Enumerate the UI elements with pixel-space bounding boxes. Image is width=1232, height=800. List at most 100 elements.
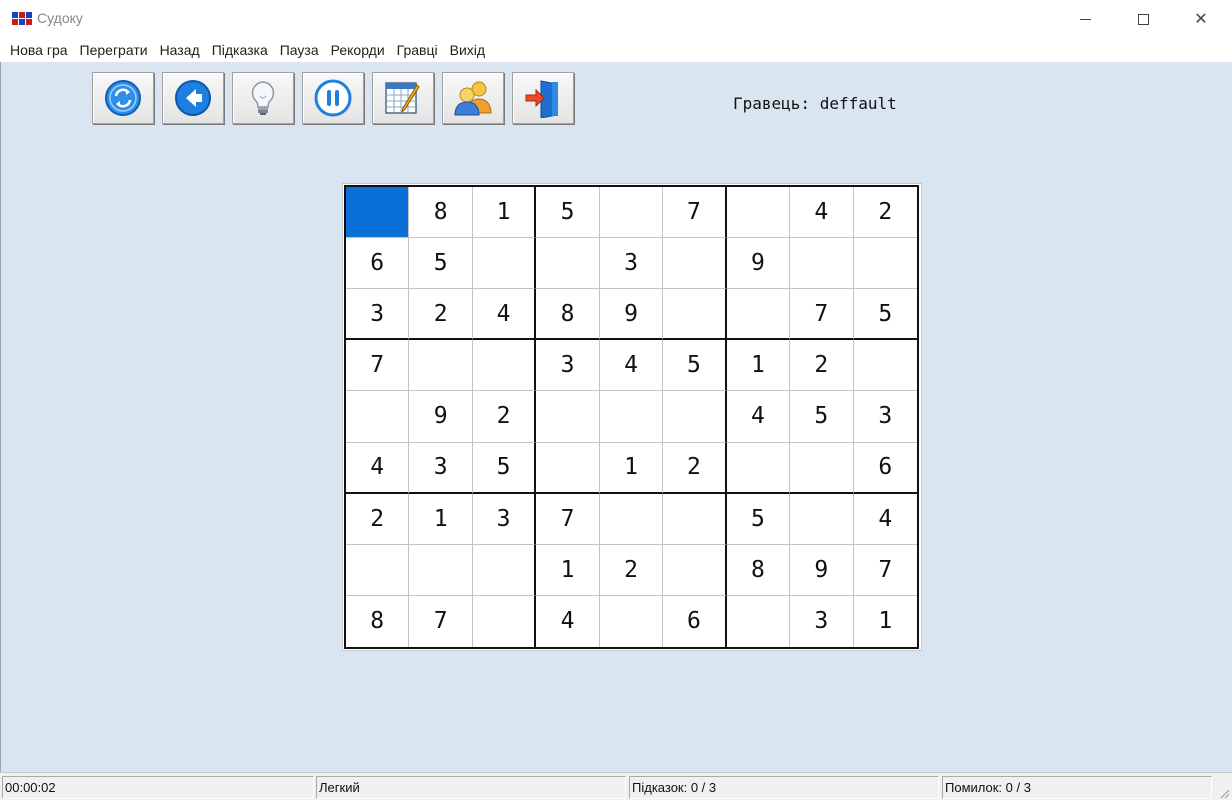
sudoku-cell-r9-c3[interactable] bbox=[473, 595, 537, 647]
sudoku-cell-r2-c5[interactable]: 3 bbox=[599, 238, 664, 290]
sudoku-cell-r4-c9[interactable] bbox=[853, 340, 917, 392]
sudoku-cell-r2-c1[interactable]: 6 bbox=[346, 238, 410, 290]
sudoku-cell-r9-c1[interactable]: 8 bbox=[346, 595, 410, 647]
sudoku-cell-r2-c6[interactable] bbox=[663, 238, 727, 290]
sudoku-cell-r6-c2[interactable]: 3 bbox=[409, 442, 473, 494]
menu-new-game[interactable]: Нова гра bbox=[4, 38, 74, 62]
sudoku-cell-r8-c9[interactable]: 7 bbox=[853, 545, 917, 596]
sudoku-cell-r9-c8[interactable]: 3 bbox=[790, 595, 854, 647]
sudoku-cell-r7-c1[interactable]: 2 bbox=[346, 493, 410, 545]
sudoku-cell-r6-c4[interactable] bbox=[536, 442, 600, 494]
menu-records[interactable]: Рекорди bbox=[325, 38, 391, 62]
sudoku-cell-r5-c4[interactable] bbox=[536, 391, 600, 443]
sudoku-cell-r7-c5[interactable] bbox=[599, 493, 664, 545]
sudoku-cell-r2-c7[interactable]: 9 bbox=[726, 238, 791, 290]
players-button[interactable] bbox=[442, 72, 504, 124]
sudoku-cell-r3-c7[interactable] bbox=[726, 289, 791, 341]
sudoku-cell-r3-c3[interactable]: 4 bbox=[472, 289, 537, 341]
sudoku-cell-r4-c7[interactable]: 1 bbox=[726, 340, 791, 392]
sudoku-cell-r7-c2[interactable]: 1 bbox=[409, 493, 473, 545]
close-button[interactable]: ✕ bbox=[1172, 0, 1230, 38]
sudoku-cell-r4-c1[interactable]: 7 bbox=[346, 340, 410, 392]
sudoku-cell-r5-c1[interactable] bbox=[346, 391, 410, 443]
sudoku-cell-r1-c6[interactable]: 7 bbox=[663, 187, 727, 239]
menu-replay[interactable]: Переграти bbox=[74, 38, 154, 62]
sudoku-cell-r7-c7[interactable]: 5 bbox=[726, 493, 791, 545]
menu-pause[interactable]: Пауза bbox=[274, 38, 325, 62]
menu-exit[interactable]: Вихід bbox=[444, 38, 491, 62]
sudoku-cell-r7-c3[interactable]: 3 bbox=[472, 493, 537, 545]
sudoku-cell-r5-c9[interactable]: 3 bbox=[853, 391, 917, 443]
sudoku-cell-r9-c6[interactable]: 6 bbox=[663, 595, 727, 647]
sudoku-cell-r6-c6[interactable]: 2 bbox=[663, 442, 727, 494]
sudoku-cell-r5-c8[interactable]: 5 bbox=[790, 391, 854, 443]
sudoku-cell-r1-c4[interactable]: 5 bbox=[536, 187, 600, 239]
exit-button[interactable] bbox=[512, 72, 574, 124]
sudoku-cell-r9-c4[interactable]: 4 bbox=[536, 595, 600, 647]
sudoku-cell-r4-c4[interactable]: 3 bbox=[536, 340, 600, 392]
records-button[interactable] bbox=[372, 72, 434, 124]
pause-button[interactable] bbox=[302, 72, 364, 124]
sudoku-cell-r6-c1[interactable]: 4 bbox=[346, 442, 410, 494]
sudoku-cell-r7-c6[interactable] bbox=[663, 493, 727, 545]
sudoku-cell-r8-c5[interactable]: 2 bbox=[599, 544, 664, 596]
sudoku-cell-r7-c9[interactable]: 4 bbox=[853, 494, 917, 545]
sudoku-cell-r3-c9[interactable]: 5 bbox=[853, 289, 917, 341]
sudoku-cell-r9-c7[interactable] bbox=[727, 595, 791, 647]
maximize-button[interactable] bbox=[1114, 0, 1172, 38]
sudoku-cell-r9-c9[interactable]: 1 bbox=[854, 596, 917, 647]
sudoku-cell-r4-c3[interactable] bbox=[472, 340, 537, 392]
sudoku-cell-r3-c2[interactable]: 2 bbox=[409, 289, 473, 341]
sudoku-cell-r8-c4[interactable]: 1 bbox=[536, 544, 600, 596]
sudoku-cell-r1-c8[interactable]: 4 bbox=[790, 187, 854, 239]
sudoku-cell-r8-c6[interactable] bbox=[663, 544, 727, 596]
sudoku-cell-r8-c8[interactable]: 9 bbox=[790, 544, 854, 596]
sudoku-cell-r3-c4[interactable]: 8 bbox=[536, 289, 600, 341]
menu-back[interactable]: Назад bbox=[154, 38, 206, 62]
sudoku-cell-r8-c7[interactable]: 8 bbox=[726, 544, 791, 596]
sudoku-cell-r5-c6[interactable] bbox=[663, 391, 727, 443]
sudoku-cell-r1-c9[interactable]: 2 bbox=[853, 187, 917, 239]
sudoku-cell-r4-c6[interactable]: 5 bbox=[663, 340, 727, 392]
sudoku-cell-r8-c1[interactable] bbox=[346, 544, 410, 596]
sudoku-cell-r6-c5[interactable]: 1 bbox=[599, 442, 664, 494]
sudoku-cell-r3-c8[interactable]: 7 bbox=[790, 289, 854, 341]
sudoku-cell-r2-c8[interactable] bbox=[790, 238, 854, 290]
sudoku-cell-r4-c2[interactable] bbox=[409, 340, 473, 392]
sudoku-cell-r9-c2[interactable]: 7 bbox=[409, 595, 473, 647]
sudoku-cell-r6-c3[interactable]: 5 bbox=[472, 442, 537, 494]
sudoku-cell-r1-c5[interactable] bbox=[599, 187, 664, 239]
sudoku-cell-r5-c5[interactable] bbox=[599, 391, 664, 443]
sudoku-cell-r6-c7[interactable] bbox=[726, 442, 791, 494]
minimize-button[interactable] bbox=[1056, 0, 1114, 38]
sudoku-cell-r6-c9[interactable]: 6 bbox=[853, 443, 917, 494]
sudoku-cell-r5-c3[interactable]: 2 bbox=[472, 391, 537, 443]
sudoku-cell-r9-c5[interactable] bbox=[600, 595, 664, 647]
restart-button[interactable] bbox=[92, 72, 154, 124]
sudoku-cell-r2-c3[interactable] bbox=[472, 238, 537, 290]
sudoku-cell-r2-c2[interactable]: 5 bbox=[409, 238, 473, 290]
sudoku-cell-r8-c2[interactable] bbox=[409, 544, 473, 596]
sudoku-cell-r7-c4[interactable]: 7 bbox=[536, 493, 600, 545]
sudoku-cell-r6-c8[interactable] bbox=[790, 442, 854, 494]
sudoku-cell-r8-c3[interactable] bbox=[472, 544, 537, 596]
sudoku-cell-r5-c7[interactable]: 4 bbox=[726, 391, 791, 443]
hint-button[interactable] bbox=[232, 72, 294, 124]
menu-players[interactable]: Гравці bbox=[391, 38, 444, 62]
sudoku-cell-r4-c5[interactable]: 4 bbox=[599, 340, 664, 392]
sudoku-cell-r3-c5[interactable]: 9 bbox=[599, 289, 664, 341]
sudoku-cell-r4-c8[interactable]: 2 bbox=[790, 340, 854, 392]
sudoku-cell-r1-c7[interactable] bbox=[726, 187, 791, 239]
sudoku-cell-r1-c2[interactable]: 8 bbox=[409, 187, 473, 239]
sudoku-cell-r5-c2[interactable]: 9 bbox=[409, 391, 473, 443]
back-button[interactable] bbox=[162, 72, 224, 124]
sudoku-cell-r2-c9[interactable] bbox=[853, 238, 917, 290]
menu-hint[interactable]: Підказка bbox=[206, 38, 274, 62]
sudoku-cell-r3-c6[interactable] bbox=[663, 289, 727, 341]
sudoku-cell-r1-c3[interactable]: 1 bbox=[472, 187, 537, 239]
sudoku-cell-r3-c1[interactable]: 3 bbox=[346, 289, 410, 341]
sudoku-cell-r1-c1[interactable] bbox=[346, 187, 410, 239]
resize-grip-icon[interactable] bbox=[1218, 786, 1230, 799]
sudoku-cell-r7-c8[interactable] bbox=[790, 493, 854, 545]
sudoku-cell-r2-c4[interactable] bbox=[536, 238, 600, 290]
